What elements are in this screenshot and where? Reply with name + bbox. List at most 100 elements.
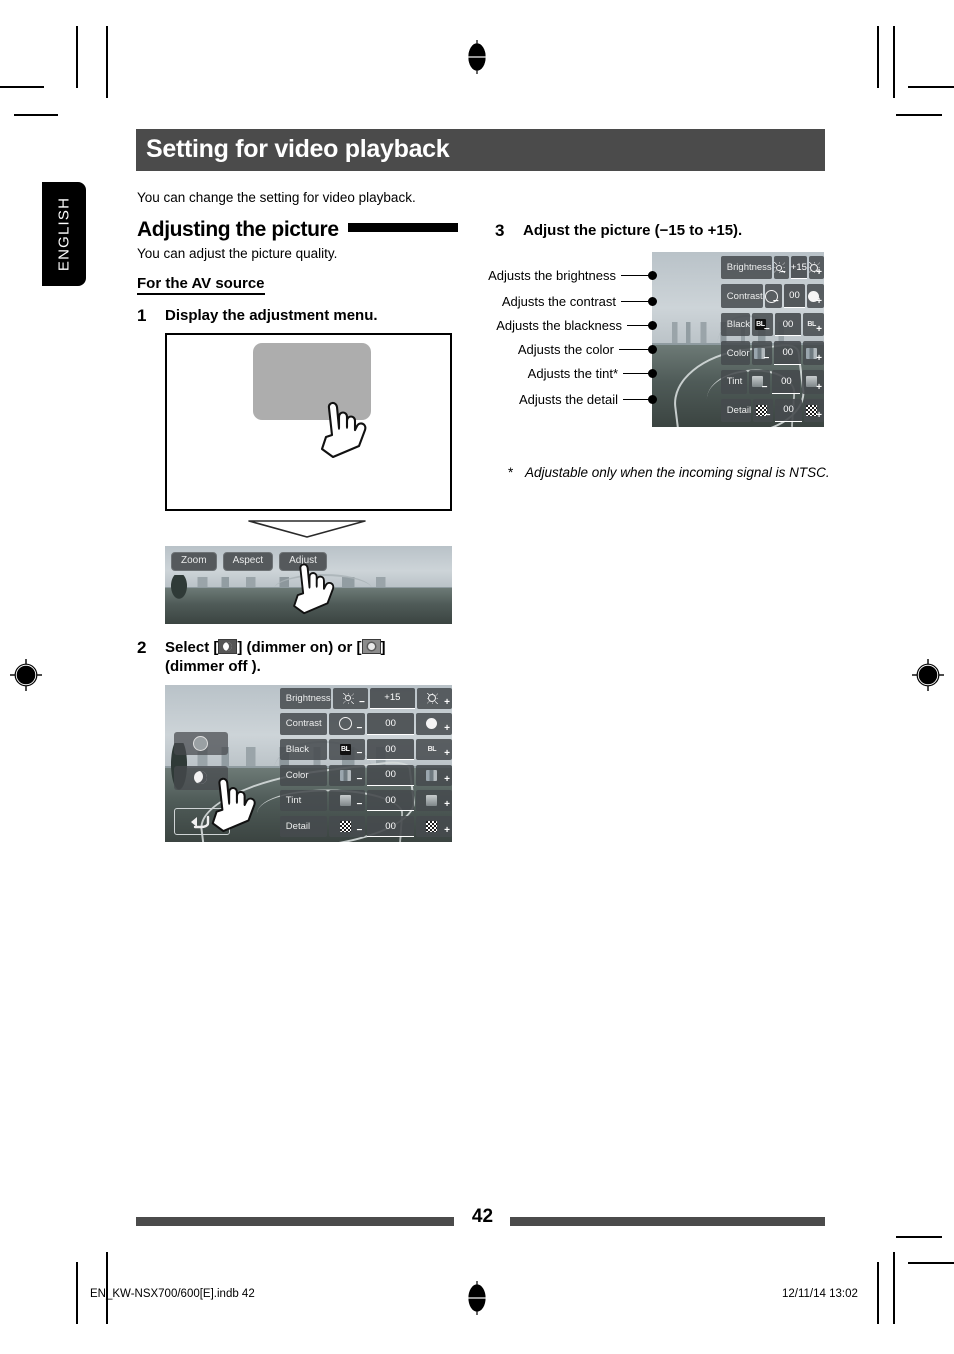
registration-mark-bottom: [466, 1281, 488, 1315]
adjust-row-label: Color: [720, 341, 750, 366]
increase-detail-button[interactable]: +: [415, 815, 452, 838]
crop-mark-top-left-horizontal-2: [14, 114, 58, 116]
heading-rule: [347, 223, 458, 232]
decrease-detail-button[interactable]: −: [329, 815, 366, 838]
large-sun-icon: [427, 693, 438, 704]
minus-sign: −: [764, 410, 771, 422]
callout-leader-line: [623, 372, 649, 375]
footnote-text: Adjustable only when the incoming signal…: [525, 465, 830, 481]
callout-tint: Adjusts the tint*: [528, 366, 657, 381]
decrease-color-button[interactable]: −: [329, 764, 366, 786]
step-2: 2 Select [] (dimmer on) or [] (dimmer of…: [137, 638, 467, 676]
crop-mark-top-right-vertical-2: [893, 26, 895, 98]
right-column: 3 Adjust the picture (−15 to +15). Brigh…: [488, 218, 830, 482]
decrease-brightness-button[interactable]: −: [773, 255, 789, 280]
adjust-row-label: Detail: [279, 815, 328, 838]
intro-paragraph: You can change the setting for video pla…: [137, 190, 416, 205]
increase-color-button[interactable]: +: [415, 764, 452, 786]
plus-sign: +: [444, 696, 450, 708]
increase-black-button[interactable]: BL +: [415, 738, 452, 761]
decrease-tint-button[interactable]: −: [748, 370, 771, 394]
tint-swatch-icon: [805, 376, 817, 388]
aspect-button[interactable]: Aspect: [222, 552, 274, 572]
plus-sign: +: [444, 799, 450, 811]
checker-icon: [426, 821, 438, 832]
decrease-contrast-button[interactable]: −: [764, 284, 782, 308]
adjust-row-black: Black BL −00 BL +: [720, 312, 824, 337]
plus-sign: +: [816, 381, 822, 393]
picture-adjust-menu-3: Brightness − +15 + Contrast −00 + Black BL −00 BL +…: [652, 252, 824, 427]
increase-black-button[interactable]: BL +: [803, 312, 824, 337]
adjust-row-label: Black: [279, 738, 328, 761]
increase-contrast-button[interactable]: +: [807, 284, 824, 308]
adjust-row-tint: Tint −00 +: [279, 790, 452, 812]
chapter-header-bar: Setting for video playback: [136, 129, 825, 171]
circle-outline-icon: [338, 717, 352, 731]
color-swatch-icon: [339, 769, 351, 781]
crop-mark-top-left-horizontal: [0, 86, 44, 88]
step-1-result-video-screen: Zoom Aspect Adjust: [165, 546, 452, 625]
crop-mark-bottom-right-horizontal-2: [896, 1236, 942, 1238]
increase-detail-button[interactable]: +: [803, 398, 824, 423]
crop-mark-bottom-right-vertical-2: [893, 1252, 895, 1324]
video-ground: [165, 587, 452, 625]
adjust-row-detail: Detail −00 +: [720, 398, 824, 423]
decrease-color-button[interactable]: −: [751, 341, 773, 366]
crop-mark-top-right-horizontal-2: [896, 114, 942, 116]
plus-sign: +: [816, 295, 822, 307]
minus-sign: −: [356, 722, 363, 734]
adjust-row-value: +15: [369, 687, 415, 709]
flow-arrow-down: [247, 519, 367, 539]
tint-swatch-icon: [339, 795, 351, 807]
picture-adjust-menu: Brightness − +15 + Contrast −00 + Black BL −00 BL +…: [165, 685, 452, 842]
adjust-row-label: Tint: [720, 370, 747, 394]
color-swatch-icon: [426, 769, 438, 781]
minus-sign: −: [356, 825, 363, 837]
adjust-row-label: Black: [720, 312, 751, 337]
step-3-number: 3: [495, 221, 505, 240]
adjust-row-color: Color −00 +: [720, 341, 824, 366]
callout-leader-line: [621, 300, 649, 303]
minus-sign: −: [763, 353, 770, 365]
registration-mark-left: [10, 659, 42, 691]
page-title: Setting for video playback: [146, 134, 450, 163]
plus-sign: +: [444, 825, 450, 837]
adjust-row-value: 00: [367, 790, 414, 812]
callout-blackness: Adjusts the blackness: [496, 318, 657, 333]
callout-contrast: Adjusts the contrast: [502, 294, 657, 309]
callout-dot: [648, 297, 657, 307]
decrease-contrast-button[interactable]: −: [329, 713, 366, 735]
increase-brightness-button[interactable]: +: [416, 687, 452, 709]
minus-sign: −: [356, 773, 363, 785]
increase-contrast-button[interactable]: +: [415, 713, 452, 735]
checker-icon: [339, 821, 351, 832]
increase-brightness-button[interactable]: +: [808, 255, 824, 280]
adjust-row-label: Detail: [720, 398, 752, 423]
step-3: 3 Adjust the picture (−15 to +15).: [495, 221, 830, 240]
zoom-button[interactable]: Zoom: [171, 552, 217, 572]
decrease-black-button[interactable]: BL −: [752, 312, 773, 337]
footer-rule-right: [510, 1217, 825, 1226]
decrease-tint-button[interactable]: −: [329, 790, 366, 812]
decrease-black-button[interactable]: BL −: [329, 738, 366, 761]
adjust-row-value: +15: [790, 255, 807, 280]
crop-mark-bottom-right-vertical: [877, 1262, 879, 1324]
plus-sign: +: [444, 748, 450, 760]
increase-tint-button[interactable]: +: [802, 370, 824, 394]
small-sun-icon: [343, 693, 354, 704]
callout-detail-label: Adjusts the detail: [518, 392, 618, 408]
adjust-row-brightness: Brightness − +15 +: [279, 687, 452, 709]
plus-sign: +: [816, 324, 822, 336]
adjust-button[interactable]: Adjust: [279, 552, 327, 572]
increase-tint-button[interactable]: +: [415, 790, 452, 812]
step-1-number: 1: [137, 306, 147, 325]
increase-color-button[interactable]: +: [803, 341, 824, 366]
registration-mark-right: [912, 659, 944, 691]
colophon-filename: EN_KW-NSX700/600[E].indb 42: [90, 1288, 255, 1300]
callout-leader-line: [621, 274, 649, 277]
callout-tint-label: Adjusts the tint*: [527, 366, 618, 382]
adjust-row-detail: Detail −00 +: [279, 815, 452, 838]
decrease-brightness-button[interactable]: −: [332, 687, 368, 709]
adjust-row-value: 00: [775, 398, 802, 423]
decrease-detail-button[interactable]: −: [753, 398, 774, 423]
